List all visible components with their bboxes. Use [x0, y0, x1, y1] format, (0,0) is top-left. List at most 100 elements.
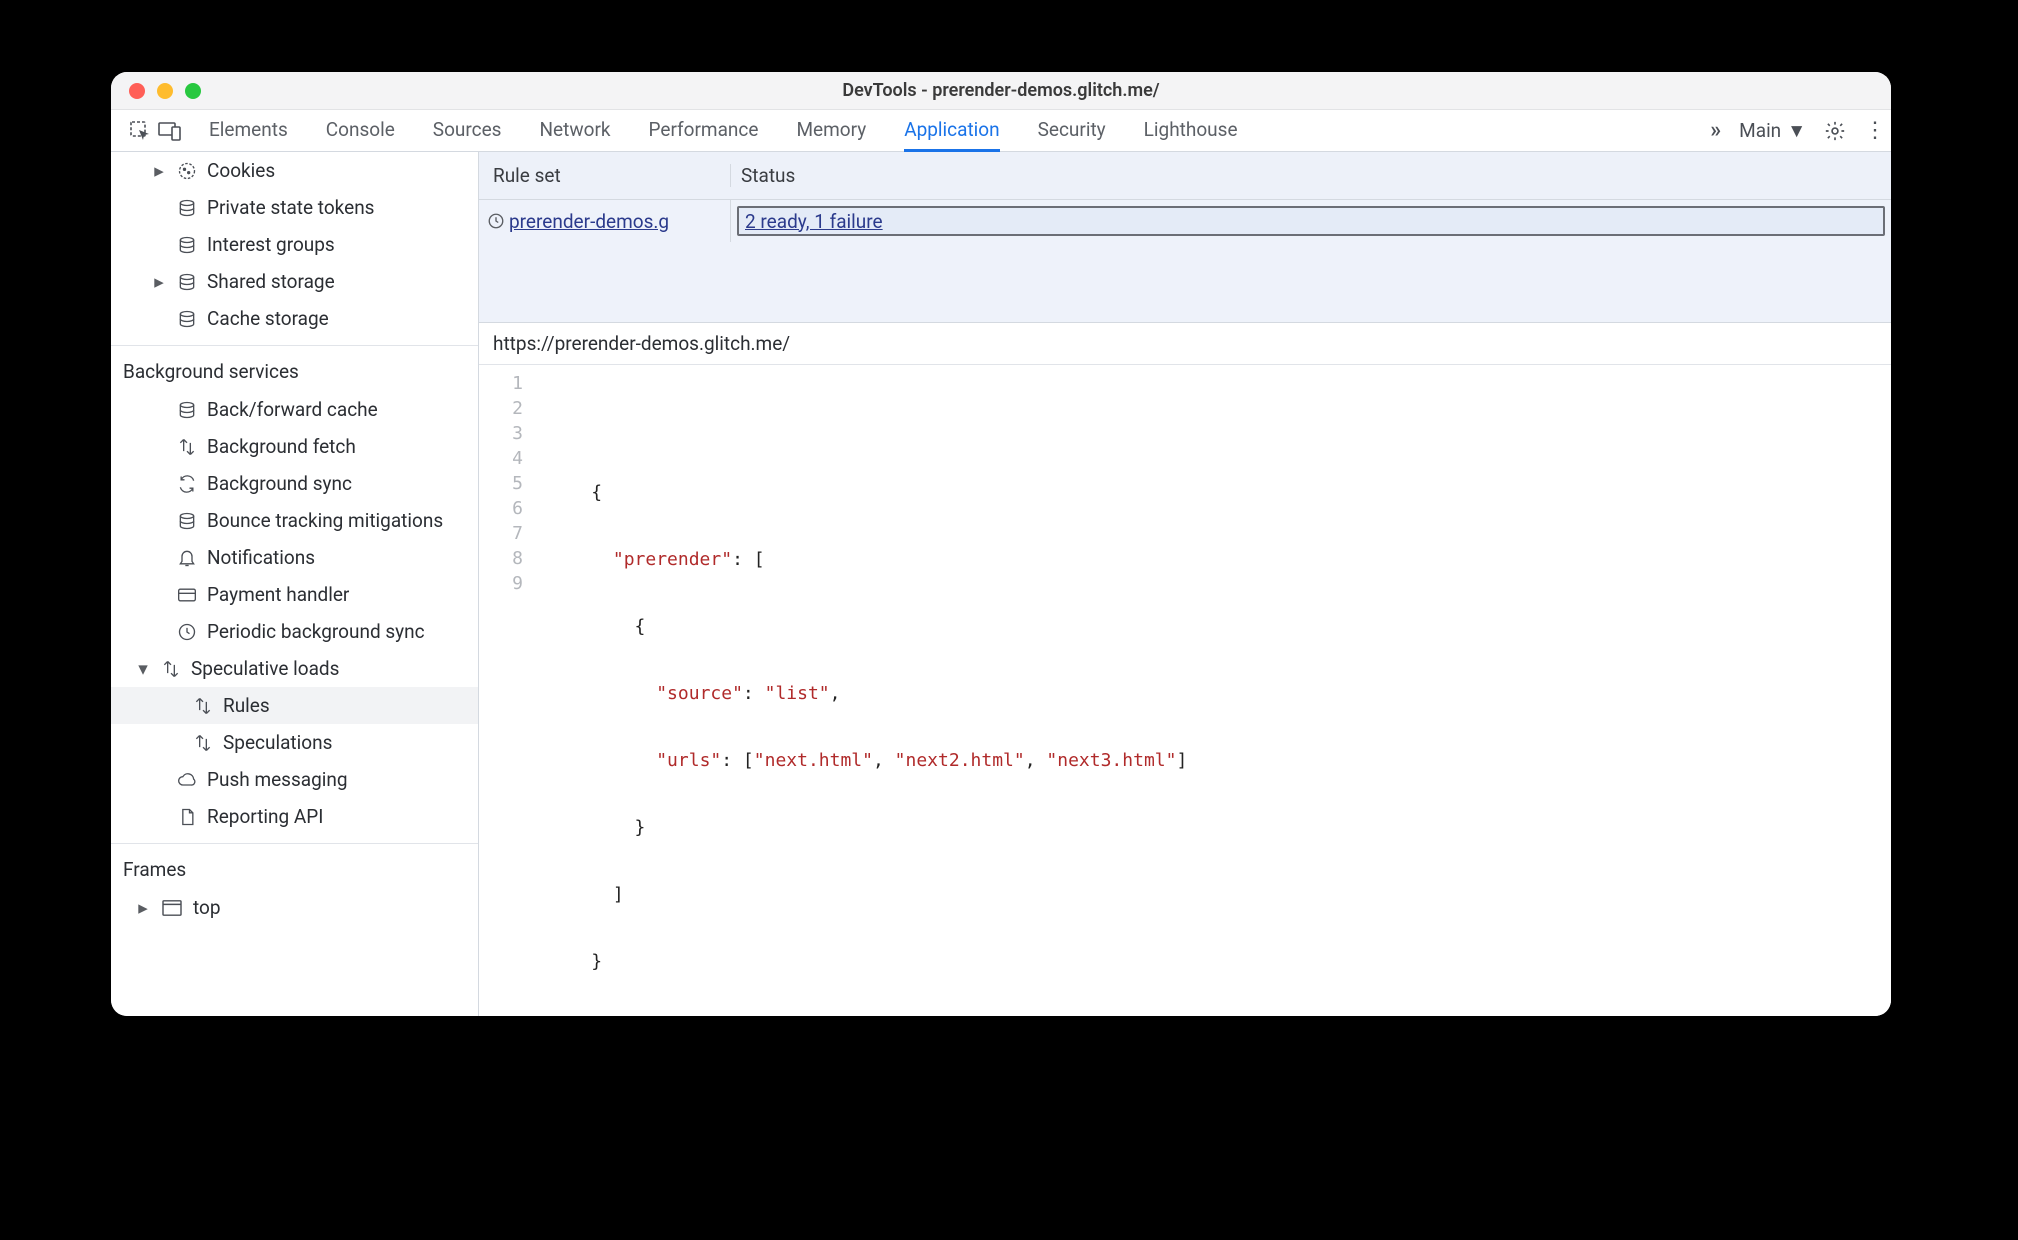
- sidebar-item-notifications[interactable]: Notifications: [111, 539, 478, 576]
- code-line: ]: [537, 882, 1891, 907]
- table-row[interactable]: prerender-demos.g 2 ready, 1 failure: [479, 200, 1891, 242]
- sidebar-item-label: Payment handler: [207, 583, 349, 606]
- devtools-window: DevTools - prerender-demos.glitch.me/ El…: [111, 72, 1891, 1016]
- chevron-down-icon: ▼: [1787, 119, 1806, 143]
- database-icon: [177, 198, 197, 218]
- database-icon: [177, 400, 197, 420]
- transfer-icon: [161, 659, 181, 679]
- ruleset-link: prerender-demos.g: [509, 210, 669, 233]
- main-panel: Rule set Status prerender-demos.g 2 read…: [479, 152, 1891, 1016]
- sidebar-item-push-messaging[interactable]: Push messaging: [111, 761, 478, 798]
- sidebar-item-background-fetch[interactable]: Background fetch: [111, 428, 478, 465]
- sidebar-item-frame-top[interactable]: ▸ top: [111, 889, 478, 926]
- inspect-icon[interactable]: [125, 120, 155, 142]
- code-line: {: [537, 614, 1891, 639]
- sidebar-item-bfcache[interactable]: Back/forward cache: [111, 391, 478, 428]
- sidebar-item-payment-handler[interactable]: Payment handler: [111, 576, 478, 613]
- tab-sources[interactable]: Sources: [433, 110, 502, 151]
- tab-security[interactable]: Security: [1038, 110, 1106, 151]
- window-icon: [161, 899, 183, 917]
- code-line: "prerender": [: [537, 547, 1891, 572]
- maximize-icon[interactable]: [185, 83, 201, 99]
- sidebar-section-frames: Frames: [111, 844, 478, 889]
- sidebar-item-rules[interactable]: Rules: [111, 687, 478, 724]
- tab-performance[interactable]: Performance: [649, 110, 759, 151]
- sidebar-item-label: Reporting API: [207, 805, 323, 828]
- sidebar-item-reporting-api[interactable]: Reporting API: [111, 798, 478, 835]
- traffic-lights: [111, 83, 201, 99]
- chevron-right-icon: ▸: [135, 896, 151, 919]
- column-header-status[interactable]: Status: [731, 164, 1891, 187]
- database-icon: [177, 309, 197, 329]
- status-cell[interactable]: 2 ready, 1 failure: [737, 206, 1885, 236]
- document-icon: [177, 807, 197, 827]
- transfer-icon: [193, 733, 213, 753]
- sidebar-item-label: Bounce tracking mitigations: [207, 509, 443, 532]
- sidebar-item-cookies[interactable]: ▸ Cookies: [111, 152, 478, 189]
- clock-icon: [487, 212, 505, 230]
- credit-card-icon: [177, 585, 197, 605]
- tab-strip: Elements Console Sources Network Perform…: [209, 110, 1700, 151]
- sidebar-item-interest-groups[interactable]: Interest groups: [111, 226, 478, 263]
- detail-pane: https://prerender-demos.glitch.me/ 12345…: [479, 323, 1891, 1016]
- tab-lighthouse[interactable]: Lighthouse: [1144, 110, 1238, 151]
- sidebar-item-private-state-tokens[interactable]: Private state tokens: [111, 189, 478, 226]
- transfer-icon: [193, 696, 213, 716]
- sidebar-item-periodic-sync[interactable]: Periodic background sync: [111, 613, 478, 650]
- sidebar-item-label: Cache storage: [207, 307, 329, 330]
- sidebar-item-label: Rules: [223, 694, 270, 717]
- chevron-right-icon: ▸: [151, 159, 167, 182]
- tabbar: Elements Console Sources Network Perform…: [111, 110, 1891, 152]
- cloud-icon: [177, 770, 197, 790]
- more-tabs-icon[interactable]: »: [1710, 118, 1721, 143]
- sidebar-item-label: Periodic background sync: [207, 620, 425, 643]
- code-line: "source": "list",: [537, 681, 1891, 706]
- sidebar-item-shared-storage[interactable]: ▸ Shared storage: [111, 263, 478, 300]
- sidebar-item-label: Shared storage: [207, 270, 335, 293]
- code-line: {: [537, 480, 1891, 505]
- sidebar-item-label: Cookies: [207, 159, 275, 182]
- transfer-icon: [177, 437, 197, 457]
- content-area: ▸ Cookies Private state tokens Interest …: [111, 152, 1891, 1016]
- column-header-ruleset[interactable]: Rule set: [479, 164, 731, 187]
- chevron-down-icon: ▾: [135, 657, 151, 680]
- sidebar-item-label: Push messaging: [207, 768, 348, 791]
- sidebar-item-bounce-tracking[interactable]: Bounce tracking mitigations: [111, 502, 478, 539]
- sync-icon: [177, 474, 197, 494]
- table-header: Rule set Status: [479, 152, 1891, 200]
- clock-icon: [177, 622, 197, 642]
- tab-console[interactable]: Console: [326, 110, 395, 151]
- tab-elements[interactable]: Elements: [209, 110, 288, 151]
- sidebar-item-cache-storage[interactable]: Cache storage: [111, 300, 478, 337]
- database-icon: [177, 235, 197, 255]
- sidebar-item-speculative-loads[interactable]: ▾ Speculative loads: [111, 650, 478, 687]
- code-content[interactable]: { "prerender": [ { "source": "list", "ur…: [537, 371, 1891, 1016]
- code-line: }: [537, 815, 1891, 840]
- close-icon[interactable]: [129, 83, 145, 99]
- minimize-icon[interactable]: [157, 83, 173, 99]
- sidebar-section-background-services: Background services: [111, 346, 478, 391]
- device-toggle-icon[interactable]: [155, 121, 185, 141]
- code-line: }: [537, 949, 1891, 974]
- detail-url: https://prerender-demos.glitch.me/: [479, 323, 1891, 365]
- database-icon: [177, 511, 197, 531]
- sidebar-item-label: Back/forward cache: [207, 398, 378, 421]
- table-body: prerender-demos.g 2 ready, 1 failure: [479, 200, 1891, 323]
- sidebar: ▸ Cookies Private state tokens Interest …: [111, 152, 479, 1016]
- more-icon[interactable]: ⋮: [1864, 118, 1885, 143]
- sidebar-item-background-sync[interactable]: Background sync: [111, 465, 478, 502]
- sidebar-item-label: Private state tokens: [207, 196, 375, 219]
- sidebar-item-label: Background sync: [207, 472, 352, 495]
- target-selector[interactable]: Main ▼: [1739, 119, 1806, 143]
- code-line: [537, 413, 1891, 438]
- tab-application[interactable]: Application: [904, 110, 999, 152]
- tab-network[interactable]: Network: [539, 110, 610, 151]
- sidebar-item-speculations[interactable]: Speculations: [111, 724, 478, 761]
- code-viewer: 123456789 { "prerender": [ { "source": "…: [479, 365, 1891, 1016]
- status-link: 2 ready, 1 failure: [745, 210, 883, 233]
- bell-icon: [177, 548, 197, 568]
- ruleset-cell[interactable]: prerender-demos.g: [479, 200, 731, 242]
- settings-icon[interactable]: [1824, 120, 1846, 142]
- tab-memory[interactable]: Memory: [796, 110, 866, 151]
- sidebar-item-label: Speculations: [223, 731, 332, 754]
